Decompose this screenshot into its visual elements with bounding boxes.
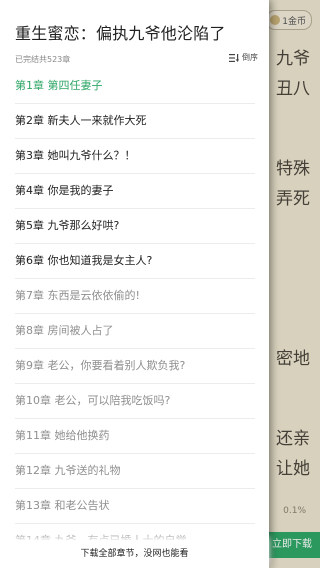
chapter-item[interactable]: 第3章 她叫九爷什么？！ [15,139,255,174]
chapter-item[interactable]: 第10章 老公，可以陪我吃饭吗? [15,384,255,419]
chapter-item[interactable]: 第7章 东西是云依依偷的! [15,279,255,314]
download-all-bar[interactable]: 下载全部章节，没网也能看 [0,540,269,568]
sort-icon [229,53,239,62]
chapter-item[interactable]: 第5章 九爷那么好哄? [15,209,255,244]
chapter-item[interactable]: 第13章 和老公告状 [15,489,255,524]
chapter-item[interactable]: 第6章 你也知道我是女主人? [15,244,255,279]
book-title: 重生蜜恋：偏执九爷他沦陷了 [15,24,226,43]
chapter-item[interactable]: 第2章 新夫人一来就作大死 [15,104,255,139]
chapter-count: 已完结共523章 [15,55,71,64]
sort-toggle[interactable]: 倒序 [229,52,258,63]
chapter-item[interactable]: 第12章 九爷送的礼物 [15,454,255,489]
chapter-item[interactable]: 第9章 老公，你要看着别人欺负我? [15,349,255,384]
chapter-item[interactable]: 第1章 第四任妻子 [15,69,255,104]
sort-label: 倒序 [242,53,258,62]
chapter-item[interactable]: 第11章 她给他换药 [15,419,255,454]
chapter-list: 第1章 第四任妻子 第2章 新夫人一来就作大死 第3章 她叫九爷什么？！ 第4章 你是… [15,69,255,559]
chapter-item[interactable]: 第8章 房间被人占了 [15,314,255,349]
chapter-drawer: 重生蜜恋：偏执九爷他沦陷了 已完结共523章 倒序 第1章 第四任妻子 第2章 新… [0,0,269,568]
chapter-item[interactable]: 第4章 你是我的妻子 [15,174,255,209]
